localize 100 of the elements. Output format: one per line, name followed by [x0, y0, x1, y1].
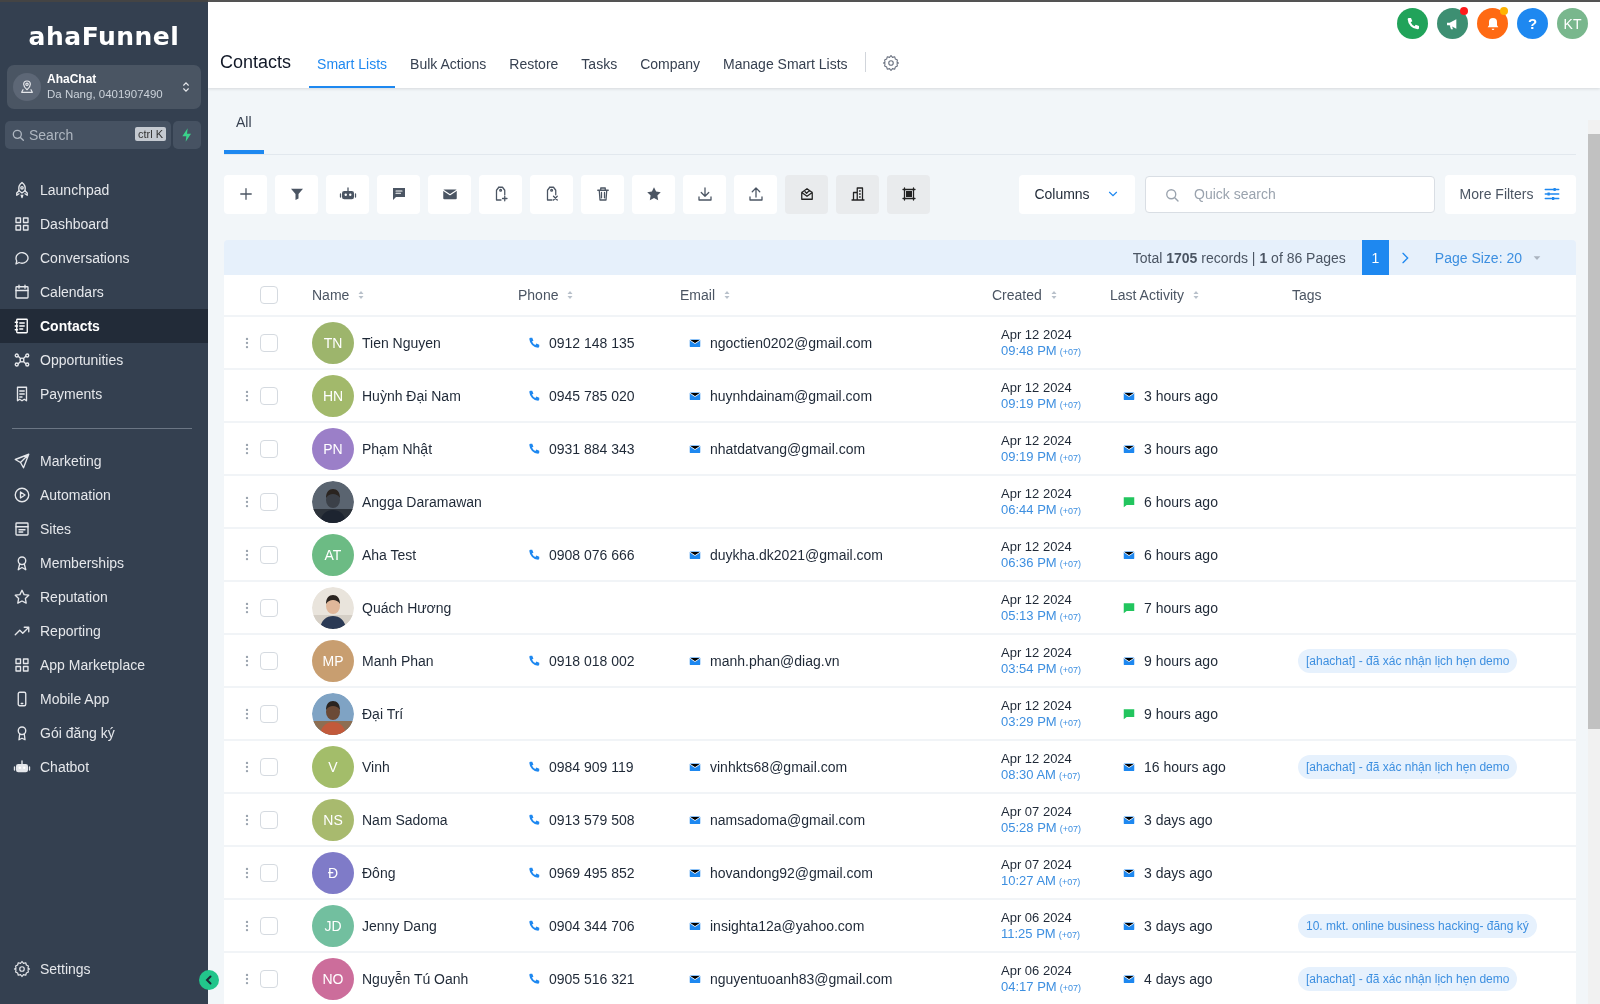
sidebar-item[interactable]: Reporting [0, 614, 208, 648]
delete-button[interactable] [581, 174, 624, 214]
sidebar-item[interactable]: Reputation [0, 580, 208, 614]
help-button[interactable]: ? [1517, 8, 1548, 39]
contact-name[interactable]: Aha Test [362, 546, 518, 563]
row-checkbox[interactable] [260, 863, 278, 882]
sidebar-item[interactable]: Mobile App [0, 682, 208, 716]
row-checkbox[interactable] [260, 492, 278, 511]
phone-number: 0908 076 666 [549, 546, 635, 563]
tab[interactable]: Company [632, 42, 709, 88]
quick-search-field[interactable]: Quick search [1145, 175, 1435, 213]
last-activity: 16 hours ago [1144, 758, 1226, 775]
row-checkbox[interactable] [260, 545, 278, 564]
phone-button[interactable] [1397, 8, 1428, 39]
created-time: 06:36 PM [1001, 555, 1057, 570]
network-icon [13, 351, 31, 369]
row-checkbox[interactable] [260, 598, 278, 617]
row-checkbox[interactable] [260, 704, 278, 723]
quick-action-button[interactable] [173, 121, 201, 149]
star-button[interactable] [632, 174, 675, 214]
contact-name[interactable]: Đại Trí [362, 705, 518, 722]
email-address: ngoctien0202@gmail.com [710, 334, 873, 351]
sidebar-item[interactable]: Launchpad [0, 173, 208, 207]
row-checkbox[interactable] [260, 439, 278, 458]
download-button[interactable] [683, 174, 726, 214]
select-all-checkbox[interactable] [260, 286, 278, 304]
sidebar-item[interactable]: Automation [0, 478, 208, 512]
contact-name[interactable]: Angga Daramawan [362, 493, 518, 510]
phone-number: 0945 785 020 [549, 387, 635, 404]
phone-number: 0984 909 119 [549, 758, 634, 775]
remove-tag-button[interactable] [530, 174, 573, 214]
row-checkbox[interactable] [260, 333, 278, 352]
row-checkbox[interactable] [260, 651, 278, 670]
contact-avatar: MP [312, 639, 354, 682]
collapse-sidebar-button[interactable] [199, 970, 219, 990]
location-switcher[interactable]: AhaChat Da Nang, 0401907490 [7, 65, 201, 109]
contact-name[interactable]: Jenny Dang [362, 917, 518, 934]
megaphone-button[interactable] [1437, 8, 1468, 39]
email-address: namsadoma@gmail.com [710, 811, 866, 828]
sidebar-item[interactable]: Dashboard [0, 207, 208, 241]
page-number[interactable]: 1 [1361, 240, 1389, 275]
email-address: insighta12a@yahoo.com [710, 917, 865, 934]
column-header: Last Activity [1110, 287, 1184, 303]
sidebar-item[interactable]: Memberships [0, 546, 208, 580]
sidebar-item[interactable]: Calendars [0, 275, 208, 309]
contact-name[interactable]: Huỳnh Đại Nam [362, 387, 518, 404]
contact-avatar: HN [312, 374, 354, 417]
row-checkbox[interactable] [260, 386, 278, 405]
phone-number: 0904 344 706 [549, 917, 635, 934]
message-button[interactable] [377, 174, 420, 214]
robot-button[interactable] [326, 174, 369, 214]
phone-icon [527, 335, 541, 350]
sidebar-item[interactable]: Conversations [0, 241, 208, 275]
contact-name[interactable]: Phạm Nhật [362, 440, 518, 457]
phone-icon [527, 918, 541, 933]
sidebar-item[interactable]: Payments [0, 377, 208, 411]
sidebar-item[interactable]: Gói đăng ký [0, 716, 208, 750]
last-activity: 3 days ago [1144, 917, 1213, 934]
contact-name[interactable]: Đông [362, 864, 518, 881]
settings-link[interactable]: Settings [0, 952, 101, 986]
phone-icon [527, 971, 541, 986]
sidebar-item[interactable]: Marketing [0, 444, 208, 478]
created-date: Apr 06 2024 [1001, 963, 1072, 978]
tab[interactable]: Manage Smart Lists [715, 42, 856, 88]
columns-dropdown[interactable]: Columns [1019, 174, 1135, 214]
tab[interactable]: Smart Lists [309, 42, 396, 88]
frame-icon [899, 185, 918, 203]
more-filters-button[interactable]: More Filters [1445, 174, 1576, 214]
created-time: 03:29 PM [1001, 714, 1057, 729]
sidebar-item[interactable]: App Marketplace [0, 648, 208, 682]
contact-name[interactable]: Quách Hương [362, 599, 518, 616]
grid-icon [13, 215, 31, 233]
row-checkbox[interactable] [260, 969, 278, 988]
sidebar-item[interactable]: Contacts [0, 309, 208, 343]
upload-button[interactable] [734, 174, 777, 214]
sidebar-item[interactable]: Opportunities [0, 343, 208, 377]
tab[interactable]: Tasks [573, 42, 626, 88]
created-time: 05:13 PM [1001, 608, 1057, 623]
created-time: 06:44 PM [1001, 502, 1057, 517]
sidebar-item[interactable]: Chatbot [0, 750, 208, 784]
add-tag-button[interactable] [479, 174, 522, 214]
contact-name[interactable]: Nam Sadoma [362, 811, 518, 828]
tab[interactable]: Restore [501, 42, 567, 88]
notifications-button[interactable] [1477, 8, 1508, 39]
filter-button[interactable] [275, 174, 318, 214]
row-checkbox[interactable] [260, 757, 278, 776]
sidebar-item[interactable]: Sites [0, 512, 208, 546]
row-checkbox[interactable] [260, 916, 278, 935]
tab[interactable]: Bulk Actions [402, 42, 495, 88]
list-tab[interactable]: All [224, 88, 264, 154]
contact-name[interactable]: Tien Nguyen [362, 334, 518, 351]
email-address: hovandong92@gmail.com [710, 864, 873, 881]
row-checkbox[interactable] [260, 810, 278, 829]
contact-name[interactable]: Nguyễn Tú Oanh [362, 970, 518, 987]
phone-number: 0905 516 321 [549, 970, 635, 987]
contact-name[interactable]: Vinh [362, 758, 518, 775]
email-button[interactable] [428, 174, 471, 214]
contact-name[interactable]: Manh Phan [362, 652, 518, 669]
add-button[interactable] [224, 174, 267, 214]
scrollbar[interactable] [1588, 120, 1600, 1004]
